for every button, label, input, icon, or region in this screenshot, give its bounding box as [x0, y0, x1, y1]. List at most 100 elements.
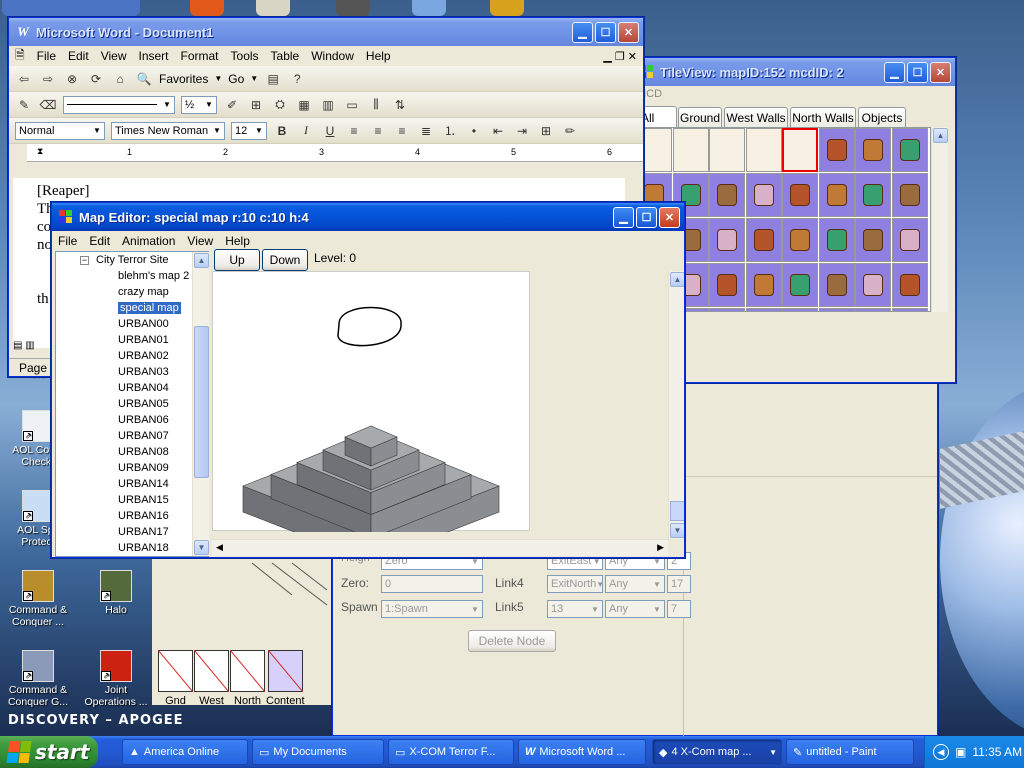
align-center-icon[interactable]: ≡	[369, 122, 387, 140]
tree-node-root[interactable]: − City Terror Site	[56, 252, 208, 268]
empty-tile[interactable]	[745, 128, 782, 172]
menu-file[interactable]: File	[52, 234, 83, 248]
tree-item[interactable]: special map	[56, 300, 208, 316]
tree-item[interactable]: URBAN16	[56, 508, 208, 524]
app-icon[interactable]	[256, 0, 290, 16]
minimize-button[interactable]: ▁	[613, 206, 634, 228]
tree-item[interactable]: URBAN04	[56, 380, 208, 396]
map-vscroll[interactable]: ▲ ▼	[668, 271, 684, 539]
menu-file[interactable]: File	[31, 49, 62, 63]
size-select[interactable]: 12 ▼	[231, 121, 267, 140]
tile-sprite[interactable]	[782, 308, 818, 311]
swatch-west[interactable]: West	[193, 649, 230, 707]
word-titlebar[interactable]: W Microsoft Word - Document1 ▁ ☐ ✕	[9, 18, 643, 46]
close-button[interactable]: ✕	[659, 206, 680, 228]
web-toolbar-icon[interactable]: ▤	[264, 70, 282, 88]
scroll-thumb[interactable]	[194, 326, 209, 478]
scroll-up-icon[interactable]: ▲	[670, 272, 684, 287]
swatch-gnd[interactable]: Gnd	[157, 649, 194, 707]
borders-icon[interactable]: ⊞	[247, 96, 265, 114]
tile-sprite[interactable]	[891, 218, 928, 262]
align-icon[interactable]: ▭	[343, 96, 361, 114]
maximize-button[interactable]: ☐	[907, 61, 928, 83]
tab-ground[interactable]: Ground	[678, 107, 722, 127]
app-icon[interactable]	[336, 0, 370, 16]
scroll-left-icon[interactable]: ◀	[212, 540, 227, 556]
tree-item[interactable]: URBAN17	[56, 524, 208, 540]
map-tree[interactable]: − City Terror Site blehm's map 2 crazy map…	[55, 251, 209, 557]
task-aol[interactable]: ▲ America Online	[122, 739, 248, 765]
task-paint[interactable]: ✎ untitled - Paint	[786, 739, 914, 765]
task-my-documents[interactable]: ▭ My Documents	[252, 739, 384, 765]
border-color-icon[interactable]: ✐	[223, 96, 241, 114]
go-menu[interactable]: Go	[228, 72, 244, 86]
scroll-up-icon[interactable]: ▲	[933, 128, 948, 143]
zero-field[interactable]: 0	[381, 575, 483, 593]
task-xcom-map[interactable]: ◆ 4 X-Com map ... ▼	[652, 739, 782, 765]
menu-edit[interactable]: Edit	[83, 234, 116, 248]
align-right-icon[interactable]: ≡	[393, 122, 411, 140]
tree-item[interactable]: URBAN05	[56, 396, 208, 412]
search-icon[interactable]: 🔍	[135, 70, 153, 88]
menu-animation[interactable]: Animation	[116, 234, 181, 248]
line-style-select[interactable]: ▼	[63, 95, 175, 114]
empty-tile[interactable]	[782, 128, 818, 172]
empty-tile[interactable]	[709, 128, 745, 172]
map-view[interactable]	[212, 271, 668, 557]
tile-sprite[interactable]	[891, 263, 928, 307]
bold-button[interactable]: B	[273, 122, 291, 140]
refresh-icon[interactable]: ⟳	[87, 70, 105, 88]
tile-sprite[interactable]	[855, 308, 891, 311]
home-icon[interactable]: ⌂	[111, 70, 129, 88]
minimize-button[interactable]: ▁	[572, 21, 593, 43]
font-select[interactable]: Times New Roman ▼	[111, 121, 225, 140]
bullets-icon[interactable]: •	[465, 122, 483, 140]
desktop-icon-cnc-generals[interactable]: ↗ Command & Conquer G...	[0, 650, 76, 708]
task-xcom-folder[interactable]: ▭ X-COM Terror F...	[388, 739, 514, 765]
tile-sprite[interactable]	[818, 218, 855, 262]
link5-select[interactable]: 13 ▼	[547, 600, 603, 618]
tree-item[interactable]: URBAN02	[56, 348, 208, 364]
dist-field[interactable]: 7	[667, 600, 691, 618]
menu-tools[interactable]: Tools	[225, 49, 265, 63]
level-up-button[interactable]: Up	[214, 249, 260, 271]
tab-north-walls[interactable]: North Walls	[790, 107, 856, 127]
tree-scrollbar[interactable]: ▲ ▼	[192, 252, 209, 556]
stop-icon[interactable]: ⊗	[63, 70, 81, 88]
ruler[interactable]: ⧗ 1 2 3 4 5 6	[27, 144, 643, 162]
tile-sprite[interactable]	[818, 128, 855, 172]
distribute-icon[interactable]: ⫼	[367, 96, 385, 114]
shading-icon[interactable]: ⛭	[271, 96, 289, 114]
tray-app-icon[interactable]: ▣	[955, 745, 966, 759]
tile-sprite[interactable]	[855, 263, 891, 307]
app-icon[interactable]	[490, 0, 524, 16]
start-button[interactable]: start	[0, 736, 98, 768]
tile-scrollbar[interactable]: ▲	[931, 127, 948, 312]
sort-icon[interactable]: ⇅	[391, 96, 409, 114]
scroll-down-icon[interactable]: ▼	[194, 540, 209, 555]
menu-window[interactable]: Window	[305, 49, 360, 63]
link4-select[interactable]: ExitNorth ▼	[547, 575, 604, 593]
tile-sprite[interactable]	[782, 218, 818, 262]
tree-item[interactable]: URBAN09	[56, 460, 208, 476]
tree-item[interactable]: URBAN08	[56, 444, 208, 460]
justify-icon[interactable]: ≣	[417, 122, 435, 140]
any-select[interactable]: Any ▼	[605, 575, 665, 593]
scroll-thumb[interactable]	[670, 501, 684, 521]
menu-view[interactable]: View	[181, 234, 219, 248]
tile-sprite[interactable]	[745, 308, 782, 311]
tree-item[interactable]: URBAN07	[56, 428, 208, 444]
tree-item[interactable]: URBAN03	[56, 364, 208, 380]
desktop-icon-joint-ops[interactable]: ↗ Joint Operations ...	[78, 650, 154, 708]
tile-sprite[interactable]	[818, 263, 855, 307]
tile-sprite[interactable]	[891, 128, 928, 172]
collapse-icon[interactable]: −	[80, 256, 89, 265]
app-icon[interactable]	[412, 0, 446, 16]
maximize-button[interactable]: ☐	[595, 21, 616, 43]
minimize-button[interactable]: ▁	[884, 61, 905, 83]
tile-sprite[interactable]	[855, 218, 891, 262]
view-buttons-icon[interactable]: ▤ ▥	[13, 340, 53, 356]
tree-item[interactable]: URBAN01	[56, 332, 208, 348]
align-left-icon[interactable]: ≡	[345, 122, 363, 140]
any-select[interactable]: Any ▼	[605, 600, 665, 618]
